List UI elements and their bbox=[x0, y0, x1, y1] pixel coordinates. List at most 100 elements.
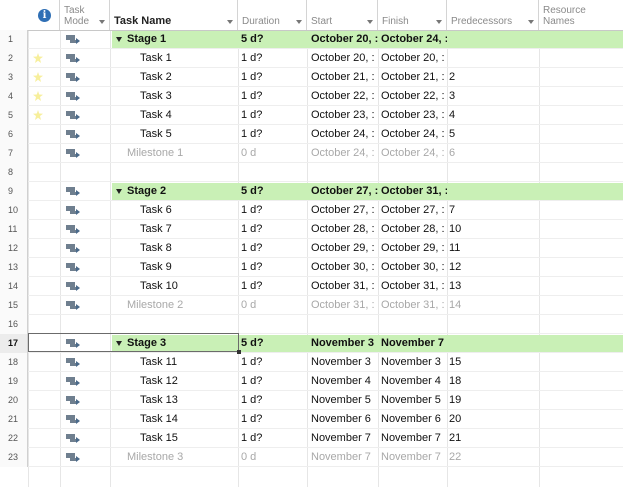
duration-cell[interactable]: 1 d? bbox=[240, 277, 307, 296]
duration-cell[interactable]: 5 d? bbox=[240, 182, 307, 201]
row-number[interactable]: 23 bbox=[0, 448, 28, 467]
duration-cell[interactable]: 1 d? bbox=[240, 201, 307, 220]
finish-cell[interactable]: November 6 bbox=[381, 410, 447, 429]
row-number[interactable]: 15 bbox=[0, 296, 28, 315]
auto-schedule-icon[interactable] bbox=[66, 263, 80, 272]
task-name-cell[interactable]: Stage 1 bbox=[112, 30, 242, 49]
task-name-cell[interactable]: Task 7 bbox=[112, 220, 238, 239]
task-name-cell[interactable]: Task 13 bbox=[112, 391, 238, 410]
start-cell[interactable]: October 24, : bbox=[311, 144, 378, 163]
table-row[interactable]: 2 Task 1 1 d? October 20, : October 20, : bbox=[0, 49, 623, 68]
start-cell[interactable]: October 31, : bbox=[311, 296, 378, 315]
task-name-cell[interactable]: Task 6 bbox=[112, 201, 238, 220]
finish-cell[interactable]: October 23, : bbox=[381, 106, 447, 125]
task-name-cell[interactable]: Task 9 bbox=[112, 258, 238, 277]
duration-cell[interactable]: 1 d? bbox=[240, 125, 307, 144]
start-cell[interactable]: October 27, : bbox=[311, 201, 378, 220]
duration-cell[interactable]: 1 d? bbox=[240, 429, 307, 448]
duration-cell[interactable]: 0 d bbox=[240, 144, 307, 163]
auto-schedule-icon[interactable] bbox=[66, 453, 80, 462]
table-row[interactable]: 7 Milestone 1 0 d October 24, : October 24, … bbox=[0, 144, 623, 163]
duration-cell[interactable]: 1 d? bbox=[240, 391, 307, 410]
finish-cell[interactable]: October 24, : bbox=[381, 30, 447, 49]
duration-cell[interactable]: 1 d? bbox=[240, 353, 307, 372]
auto-schedule-icon[interactable] bbox=[66, 415, 80, 424]
start-cell[interactable]: October 27, : bbox=[311, 182, 378, 201]
finish-cell[interactable]: October 22, : bbox=[381, 87, 447, 106]
row-number[interactable]: 8 bbox=[0, 163, 28, 182]
duration-cell[interactable]: 5 d? bbox=[240, 30, 307, 49]
task-name-header[interactable]: Task Name bbox=[110, 0, 238, 30]
table-row[interactable]: 1 Stage 1 5 d? October 20, : October 24, : bbox=[0, 30, 623, 49]
task-name-cell[interactable]: Task 11 bbox=[112, 353, 238, 372]
finish-header[interactable]: Finish bbox=[378, 0, 447, 30]
chevron-down-icon[interactable] bbox=[436, 20, 442, 24]
start-cell[interactable]: November 7 bbox=[311, 448, 378, 467]
start-cell[interactable]: October 31, : bbox=[311, 277, 378, 296]
duration-cell[interactable]: 1 d? bbox=[240, 372, 307, 391]
predecessors-cell[interactable]: 7 bbox=[449, 201, 537, 220]
predecessors-cell[interactable] bbox=[449, 49, 537, 68]
row-number[interactable]: 16 bbox=[0, 315, 28, 334]
start-cell[interactable]: November 3 bbox=[311, 334, 378, 353]
predecessors-cell[interactable] bbox=[449, 182, 537, 201]
duration-cell[interactable]: 1 d? bbox=[240, 106, 307, 125]
start-cell[interactable]: October 22, : bbox=[311, 87, 378, 106]
task-name-cell[interactable]: Task 10 bbox=[112, 277, 238, 296]
auto-schedule-icon[interactable] bbox=[66, 187, 80, 196]
row-number[interactable]: 12 bbox=[0, 239, 28, 258]
start-cell[interactable]: October 23, : bbox=[311, 106, 378, 125]
chevron-down-icon[interactable] bbox=[296, 20, 302, 24]
finish-cell[interactable]: November 7 bbox=[381, 429, 447, 448]
chevron-down-icon[interactable] bbox=[227, 20, 233, 24]
duration-cell[interactable]: 5 d? bbox=[240, 334, 307, 353]
row-number[interactable]: 20 bbox=[0, 391, 28, 410]
finish-cell[interactable]: October 30, : bbox=[381, 258, 447, 277]
auto-schedule-icon[interactable] bbox=[66, 434, 80, 443]
predecessors-cell[interactable]: 6 bbox=[449, 144, 537, 163]
auto-schedule-icon[interactable] bbox=[66, 111, 80, 120]
auto-schedule-icon[interactable] bbox=[66, 206, 80, 215]
auto-schedule-icon[interactable] bbox=[66, 73, 80, 82]
table-row[interactable]: 14 Task 10 1 d? October 31, : October 31, : 1… bbox=[0, 277, 623, 296]
finish-cell[interactable]: October 21, : bbox=[381, 68, 447, 87]
start-cell[interactable]: October 20, : bbox=[311, 30, 378, 49]
start-cell[interactable]: October 24, : bbox=[311, 125, 378, 144]
predecessors-cell[interactable]: 22 bbox=[449, 448, 537, 467]
table-row[interactable]: 18 Task 11 1 d? November 3 November 3 15 bbox=[0, 353, 623, 372]
task-name-cell[interactable]: Task 2 bbox=[112, 68, 238, 87]
task-name-cell[interactable]: Milestone 3 bbox=[112, 448, 238, 467]
predecessors-cell[interactable]: 15 bbox=[449, 353, 537, 372]
auto-schedule-icon[interactable] bbox=[66, 282, 80, 291]
row-number[interactable]: 6 bbox=[0, 125, 28, 144]
predecessors-header[interactable]: Predecessors bbox=[447, 0, 539, 30]
predecessors-cell[interactable]: 3 bbox=[449, 87, 537, 106]
start-cell[interactable]: October 20, : bbox=[311, 49, 378, 68]
resource-names-header[interactable]: Resource Names bbox=[539, 0, 623, 30]
finish-cell[interactable]: October 24, : bbox=[381, 125, 447, 144]
auto-schedule-icon[interactable] bbox=[66, 149, 80, 158]
duration-cell[interactable]: 0 d bbox=[240, 296, 307, 315]
task-name-cell[interactable]: Task 8 bbox=[112, 239, 238, 258]
start-cell[interactable]: November 3 bbox=[311, 353, 378, 372]
table-row[interactable]: 11 Task 7 1 d? October 28, : October 28, : 10 bbox=[0, 220, 623, 239]
finish-cell[interactable]: October 31, : bbox=[381, 296, 447, 315]
table-row[interactable]: 5 Task 4 1 d? October 23, : October 23, : 4 bbox=[0, 106, 623, 125]
table-row[interactable]: 19 Task 12 1 d? November 4 November 4 18 bbox=[0, 372, 623, 391]
duration-cell[interactable]: 1 d? bbox=[240, 239, 307, 258]
row-number[interactable]: 2 bbox=[0, 49, 28, 68]
row-number[interactable]: 5 bbox=[0, 106, 28, 125]
duration-cell[interactable]: 1 d? bbox=[240, 410, 307, 429]
table-row[interactable]: 20 Task 13 1 d? November 5 November 5 19 bbox=[0, 391, 623, 410]
start-cell[interactable]: October 28, : bbox=[311, 220, 378, 239]
task-name-cell[interactable]: Task 1 bbox=[112, 49, 238, 68]
table-row[interactable]: 15 Milestone 2 0 d October 31, : October 31,… bbox=[0, 296, 623, 315]
start-cell[interactable]: November 4 bbox=[311, 372, 378, 391]
row-number[interactable]: 18 bbox=[0, 353, 28, 372]
table-row[interactable]: 16 bbox=[0, 315, 623, 334]
finish-cell[interactable]: October 27, : bbox=[381, 201, 447, 220]
finish-cell[interactable]: October 31, : bbox=[381, 182, 447, 201]
duration-cell[interactable]: 1 d? bbox=[240, 68, 307, 87]
duration-cell[interactable]: 0 d bbox=[240, 448, 307, 467]
predecessors-cell[interactable]: 21 bbox=[449, 429, 537, 448]
